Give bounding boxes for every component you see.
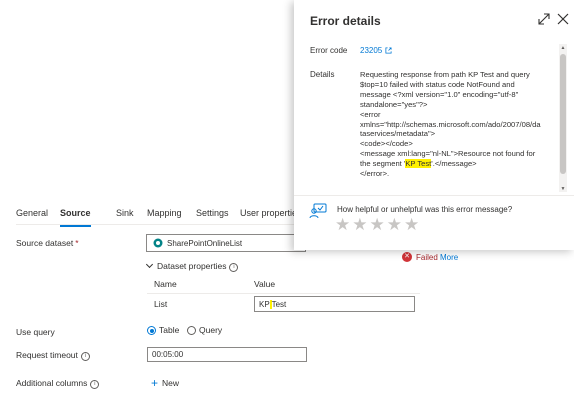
request-timeout-input[interactable]: 00:05:00 bbox=[147, 347, 307, 362]
segment-pre: the segment ' bbox=[360, 159, 406, 169]
tab-source[interactable]: Source bbox=[60, 208, 91, 227]
details-line: taservices/metadata"> bbox=[360, 129, 436, 139]
radio-unselected-icon bbox=[187, 326, 196, 335]
more-link[interactable]: More bbox=[440, 253, 458, 262]
required-mark: * bbox=[75, 238, 79, 248]
external-link-icon bbox=[385, 47, 392, 54]
info-icon[interactable]: i bbox=[80, 352, 90, 361]
details-line: message <?xml version="1.0" encoding="ut… bbox=[360, 89, 519, 99]
source-dataset-label-text: Source dataset bbox=[16, 238, 74, 248]
error-details-text: Requesting response from path KP Test an… bbox=[360, 70, 554, 192]
segment-post: '.</message> bbox=[431, 159, 477, 169]
star-icon[interactable]: ★ bbox=[387, 216, 402, 234]
use-query-label: Use query bbox=[16, 327, 55, 337]
details-line-segment: the segment 'KP Test'.</message> bbox=[360, 159, 554, 169]
details-line: <error bbox=[360, 109, 381, 119]
details-line: </error>. bbox=[360, 169, 390, 179]
details-line: <message xml:lang="nl-NL">Resource not f… bbox=[360, 149, 536, 159]
tab-sink[interactable]: Sink bbox=[116, 208, 134, 218]
scroll-thumb[interactable] bbox=[560, 54, 566, 174]
status-failed-text: Failed bbox=[416, 253, 438, 262]
details-line: <code></code> bbox=[360, 139, 413, 149]
panel-title: Error details bbox=[310, 14, 381, 28]
feedback-person-icon bbox=[309, 203, 327, 219]
additional-columns-label-text: Additional columns bbox=[16, 378, 88, 388]
details-line: $top=10 failed with status code NotFound… bbox=[360, 79, 515, 89]
radio-table[interactable]: Table bbox=[147, 325, 179, 335]
plus-icon: + bbox=[151, 376, 159, 390]
tab-bar: General Source Sink Mapping Settings Use… bbox=[16, 202, 304, 227]
feedback-question: How helpful or unhelpful was this error … bbox=[337, 205, 513, 214]
details-line: standalone="yes"?> bbox=[360, 99, 428, 109]
segment-highlight: KP Test bbox=[405, 159, 432, 169]
radio-query-label: Query bbox=[199, 325, 223, 335]
value-text-post: Test bbox=[271, 300, 287, 309]
scroll-down-icon[interactable]: ▼ bbox=[560, 186, 566, 192]
error-circle-icon: ✕ bbox=[402, 252, 412, 262]
star-icon[interactable]: ★ bbox=[335, 216, 350, 234]
error-code-link[interactable]: 23205 bbox=[360, 46, 392, 55]
divider bbox=[294, 195, 574, 196]
star-icon[interactable]: ★ bbox=[370, 216, 385, 234]
source-dataset-value: SharePointOnlineList bbox=[167, 239, 243, 248]
divider bbox=[147, 293, 420, 294]
radio-selected-icon bbox=[147, 326, 156, 335]
tab-settings[interactable]: Settings bbox=[196, 208, 229, 218]
details-label: Details bbox=[310, 70, 335, 79]
dataset-properties-toggle[interactable]: Dataset properties i bbox=[145, 260, 239, 272]
star-rating: ★ ★ ★ ★ ★ bbox=[335, 216, 421, 234]
error-code-value: 23205 bbox=[360, 46, 383, 55]
column-header-value: Value bbox=[254, 279, 276, 289]
tab-general[interactable]: General bbox=[16, 208, 48, 218]
info-icon[interactable]: i bbox=[229, 263, 239, 272]
details-scrollbar[interactable]: ▲ ▼ bbox=[559, 44, 567, 192]
add-column-button[interactable]: + New bbox=[151, 376, 179, 390]
chevron-down-icon bbox=[145, 260, 154, 269]
add-column-label: New bbox=[162, 378, 180, 388]
source-dataset-label: Source dataset * bbox=[16, 238, 79, 248]
info-icon[interactable]: i bbox=[90, 380, 100, 389]
close-icon[interactable] bbox=[557, 13, 569, 25]
expand-icon[interactable] bbox=[538, 13, 550, 25]
property-name: List bbox=[154, 299, 168, 309]
additional-columns-label: Additional columns i bbox=[16, 378, 100, 389]
source-dataset-dropdown[interactable]: SharePointOnlineList bbox=[146, 234, 306, 252]
star-icon[interactable]: ★ bbox=[352, 216, 367, 234]
tab-mapping[interactable]: Mapping bbox=[147, 208, 182, 218]
request-timeout-label: Request timeout i bbox=[16, 350, 90, 361]
details-line: xmlns="http://schemas.microsoft.com/ado/… bbox=[360, 119, 541, 129]
radio-table-label: Table bbox=[159, 325, 180, 335]
star-icon[interactable]: ★ bbox=[404, 216, 419, 234]
column-header-name: Name bbox=[154, 279, 177, 289]
value-text-pre: KP bbox=[259, 300, 270, 309]
radio-query[interactable]: Query bbox=[187, 325, 222, 335]
error-code-label: Error code bbox=[310, 46, 348, 55]
error-details-panel: Error details Error code 23205 Details R… bbox=[294, 0, 574, 250]
dataset-properties-title: Dataset properties bbox=[157, 261, 227, 271]
details-line: Requesting response from path KP Test an… bbox=[360, 70, 530, 79]
tab-user-properties[interactable]: User properties bbox=[240, 208, 302, 218]
property-value-input[interactable]: KP Test bbox=[254, 296, 415, 312]
request-timeout-label-text: Request timeout bbox=[16, 350, 78, 360]
scroll-up-icon[interactable]: ▲ bbox=[560, 45, 566, 51]
sharepoint-icon bbox=[153, 238, 163, 248]
